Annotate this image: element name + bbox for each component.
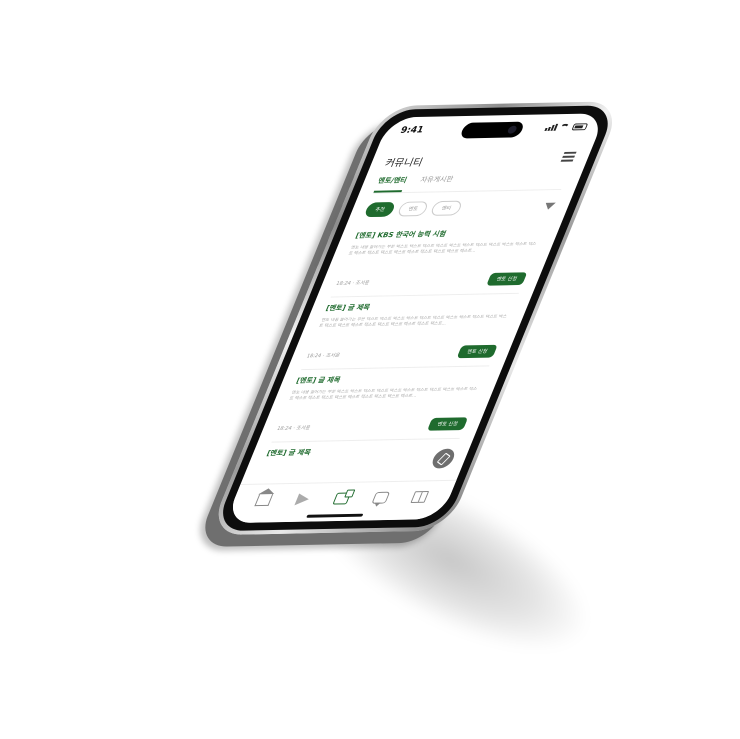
mentor-apply-button[interactable]: 멘토 신청 (456, 344, 498, 359)
post-meta: 18:24 · 조서윤 (335, 280, 371, 287)
tab-mentor-mentee[interactable]: 멘토/멘티 (373, 175, 409, 193)
list-item[interactable]: [멘토] 글 제목 멘토 내용 들어가는 부분 텍스트 텍스트 텍스트 텍스트 … (301, 293, 519, 371)
phone-screen: 9:41 커뮤니티 멘토/멘티 자유게시판 추천 멘토 멘티 [멘토] KBS … (224, 113, 607, 524)
post-list: [멘토] KBS 한국어 능력 시험 멘토 내용 들어가는 부분 텍스트 텍스트… (242, 221, 549, 515)
book-icon[interactable] (410, 490, 430, 503)
chat-icon[interactable] (371, 491, 391, 504)
funnel-icon[interactable] (543, 202, 556, 210)
post-body: 멘토 내용 들어가는 부분 텍스트 텍스트 텍스트 텍스트 텍스트 텍스트 텍스… (288, 386, 478, 402)
mentor-apply-button[interactable]: 멘토 신청 (427, 417, 469, 431)
post-meta: 18:24 · 조서윤 (305, 352, 341, 360)
post-body: 멘토 내용 들어가는 부분 텍스트 텍스트 텍스트 텍스트 텍스트 텍스트 텍스… (317, 314, 508, 329)
post-title: [멘토] 글 제목 (265, 448, 313, 458)
post-meta: 18:24 · 조서윤 (275, 425, 312, 432)
chip-recommended[interactable]: 추천 (363, 201, 397, 217)
post-title: [멘토] KBS 한국어 능력 시험 (354, 230, 448, 240)
chip-mentor[interactable]: 멘토 (396, 200, 431, 217)
phone-bezel: 9:41 커뮤니티 멘토/멘티 자유게시판 추천 멘토 멘티 [멘토] KBS … (213, 105, 618, 532)
hamburger-menu-icon[interactable] (560, 151, 577, 162)
community-icon[interactable] (332, 492, 352, 505)
send-icon[interactable] (293, 493, 312, 505)
battery-icon (571, 123, 589, 131)
tab-free-board[interactable]: 자유게시판 (416, 175, 455, 192)
status-icons (544, 123, 589, 131)
phone-frame: 9:41 커뮤니티 멘토/멘티 자유게시판 추천 멘토 멘티 [멘토] KBS … (207, 101, 624, 536)
chip-mentee[interactable]: 멘티 (430, 200, 464, 216)
wifi-icon (558, 123, 571, 131)
camera-icon (506, 125, 518, 134)
filter-bar: 추천 멘토 멘티 (363, 198, 557, 217)
list-item[interactable]: [멘토] KBS 한국어 능력 시험 멘토 내용 들어가는 부분 텍스트 텍스트… (330, 221, 549, 298)
page-title: 커뮤니티 (383, 157, 425, 170)
app-header: 커뮤니티 (382, 149, 578, 172)
post-title: [멘토] 글 제목 (295, 376, 342, 385)
home-icon[interactable] (254, 493, 273, 506)
status-bar: 9:41 (379, 113, 606, 145)
list-item[interactable]: [멘토] 글 제목 멘토 내용 들어가는 부분 텍스트 텍스트 텍스트 텍스트 … (271, 366, 489, 443)
signal-icon (544, 123, 559, 131)
post-title: [멘토] 글 제목 (324, 303, 372, 313)
mentor-apply-button[interactable]: 멘토 신청 (486, 272, 528, 286)
dynamic-island (459, 121, 526, 139)
status-time: 9:41 (398, 125, 425, 136)
post-body: 멘토 내용 들어가는 부분 텍스트 텍스트 텍스트 텍스트 텍스트 텍스트 텍스… (347, 241, 537, 257)
community-tabs: 멘토/멘티 자유게시판 (373, 172, 569, 194)
phone-device: 9:41 커뮤니티 멘토/멘티 자유게시판 추천 멘토 멘티 [멘토] KBS … (207, 101, 624, 536)
